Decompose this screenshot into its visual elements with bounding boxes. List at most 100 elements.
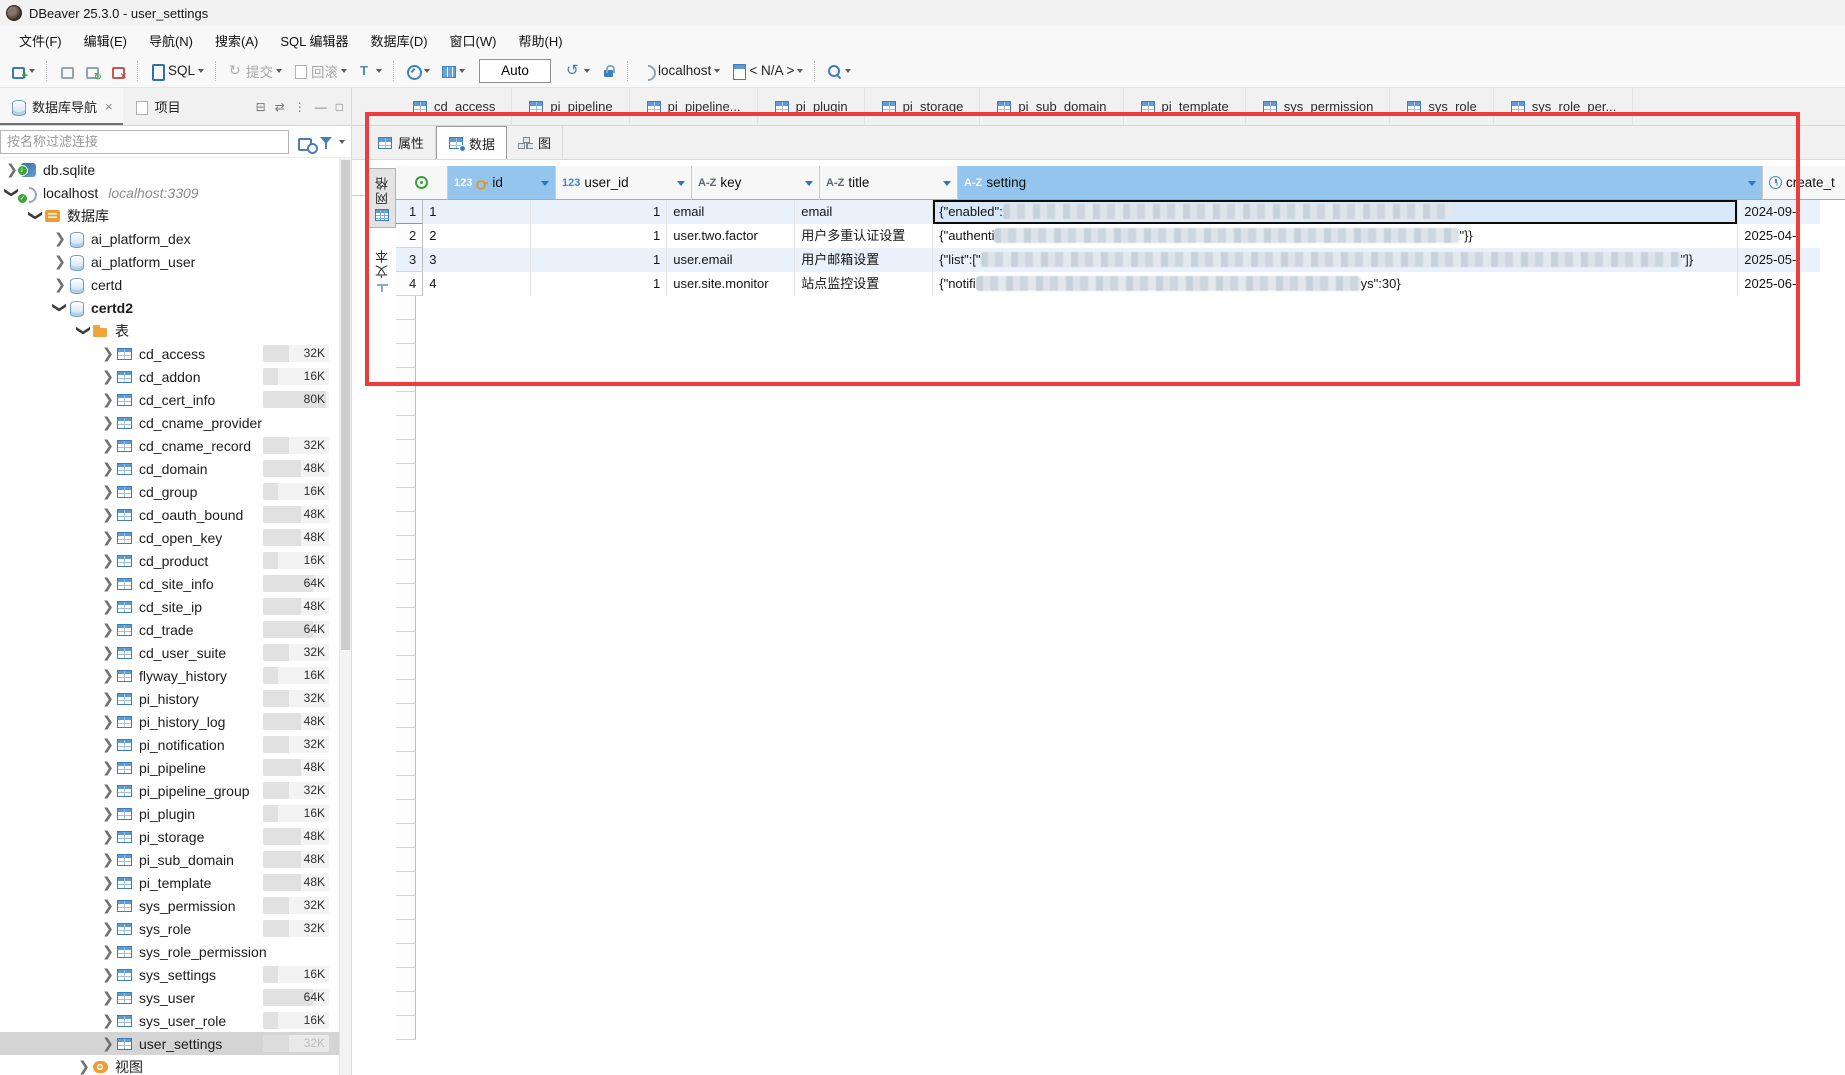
chevron-collapsed-icon[interactable]: ❯ bbox=[100, 572, 116, 595]
menu-item-文件(F)[interactable]: 文件(F) bbox=[8, 28, 73, 53]
tree-item-cd_cert_info[interactable]: ❯cd_cert_info80K bbox=[0, 388, 339, 411]
menu-item-窗口(W)[interactable]: 窗口(W) bbox=[439, 28, 508, 53]
tree-item-cd_cname_provider[interactable]: ❯cd_cname_provider bbox=[0, 411, 339, 434]
tree-item-pi_notification[interactable]: ❯pi_notification32K bbox=[0, 733, 339, 756]
sql-editor-button[interactable]: SQL bbox=[145, 60, 208, 82]
transaction-log-button[interactable] bbox=[561, 60, 594, 82]
tree-item-视图[interactable]: ❯视图 bbox=[0, 1055, 339, 1075]
chevron-collapsed-icon[interactable]: ❯ bbox=[100, 687, 116, 710]
new-connection-button[interactable] bbox=[6, 60, 39, 82]
row-number-cell[interactable] bbox=[396, 488, 416, 512]
connection-filter-input[interactable] bbox=[0, 130, 289, 154]
tree-item-cd_oauth_bound[interactable]: ❯cd_oauth_bound48K bbox=[0, 503, 339, 526]
tab-projects[interactable]: 项目 bbox=[123, 88, 191, 125]
chevron-collapsed-icon[interactable]: ❯ bbox=[76, 1055, 92, 1075]
tree-item-certd2[interactable]: ❯certd2 bbox=[0, 296, 339, 319]
chevron-collapsed-icon[interactable]: ❯ bbox=[100, 1032, 116, 1055]
view-menu-icon[interactable]: ⋮ bbox=[294, 100, 306, 114]
chevron-collapsed-icon[interactable]: ❯ bbox=[100, 963, 116, 986]
reconnect-button[interactable] bbox=[80, 60, 104, 82]
chevron-collapsed-icon[interactable]: ❯ bbox=[100, 664, 116, 687]
tree-item-cd_group[interactable]: ❯cd_group16K bbox=[0, 480, 339, 503]
chevron-collapsed-icon[interactable]: ❯ bbox=[100, 365, 116, 388]
row-number-cell[interactable] bbox=[396, 896, 416, 920]
tab-database-navigator[interactable]: 数据库导航 × bbox=[0, 88, 123, 125]
tree-item-pi_template[interactable]: ❯pi_template48K bbox=[0, 871, 339, 894]
chevron-collapsed-icon[interactable]: ❯ bbox=[100, 756, 116, 779]
row-number-cell[interactable] bbox=[396, 584, 416, 608]
tree-item-cd_cname_record[interactable]: ❯cd_cname_record32K bbox=[0, 434, 339, 457]
chevron-collapsed-icon[interactable]: ❯ bbox=[52, 273, 68, 296]
chevron-collapsed-icon[interactable]: ❯ bbox=[100, 457, 116, 480]
row-number-cell[interactable] bbox=[396, 704, 416, 728]
commit-mode-input[interactable] bbox=[479, 59, 551, 83]
row-number-cell[interactable] bbox=[396, 680, 416, 704]
row-number-cell[interactable] bbox=[396, 968, 416, 992]
row-number-cell[interactable] bbox=[396, 824, 416, 848]
tree-item-cd_addon[interactable]: ❯cd_addon16K bbox=[0, 365, 339, 388]
connect-button[interactable] bbox=[54, 60, 78, 82]
chevron-collapsed-icon[interactable]: ❯ bbox=[100, 940, 116, 963]
chevron-collapsed-icon[interactable]: ❯ bbox=[100, 434, 116, 457]
tree-item-数据库[interactable]: ❯数据库 bbox=[0, 204, 339, 227]
tree-item-cd_access[interactable]: ❯cd_access32K bbox=[0, 342, 339, 365]
tree-item-sys_user[interactable]: ❯sys_user64K bbox=[0, 986, 339, 1009]
chevron-collapsed-icon[interactable]: ❯ bbox=[100, 894, 116, 917]
search-button[interactable] bbox=[822, 60, 855, 82]
tree-item-cd_user_suite[interactable]: ❯cd_user_suite32K bbox=[0, 641, 339, 664]
tree-item-sys_permission[interactable]: ❯sys_permission32K bbox=[0, 894, 339, 917]
connection-selector[interactable]: localhost bbox=[635, 60, 724, 82]
tree-item-certd[interactable]: ❯certd bbox=[0, 273, 339, 296]
tree-item-pi_plugin[interactable]: ❯pi_plugin16K bbox=[0, 802, 339, 825]
row-number-cell[interactable] bbox=[396, 1016, 416, 1040]
tree-item-localhost[interactable]: ❯localhostlocalhost:3309 bbox=[0, 181, 339, 204]
menu-item-数据库(D)[interactable]: 数据库(D) bbox=[360, 28, 439, 53]
commit-button[interactable]: 提交 bbox=[223, 58, 286, 84]
tree-item-cd_site_ip[interactable]: ❯cd_site_ip48K bbox=[0, 595, 339, 618]
menu-item-编辑(E)[interactable]: 编辑(E) bbox=[73, 28, 138, 53]
scrollbar-thumb[interactable] bbox=[341, 160, 350, 650]
tree-item-sys_settings[interactable]: ❯sys_settings16K bbox=[0, 963, 339, 986]
chevron-collapsed-icon[interactable]: ❯ bbox=[100, 641, 116, 664]
chevron-collapsed-icon[interactable]: ❯ bbox=[100, 779, 116, 802]
row-number-cell[interactable] bbox=[396, 392, 416, 416]
chevron-collapsed-icon[interactable]: ❯ bbox=[100, 388, 116, 411]
close-icon[interactable]: × bbox=[105, 99, 113, 114]
minimize-icon[interactable]: — bbox=[315, 100, 327, 114]
menu-item-搜索(A)[interactable]: 搜索(A) bbox=[204, 28, 269, 53]
disconnect-button[interactable] bbox=[106, 60, 130, 82]
row-number-cell[interactable] bbox=[396, 416, 416, 440]
dashboard-button[interactable] bbox=[401, 60, 434, 82]
tree-item-cd_site_info[interactable]: ❯cd_site_info64K bbox=[0, 572, 339, 595]
chevron-collapsed-icon[interactable]: ❯ bbox=[100, 480, 116, 503]
tree-item-sys_role_permission[interactable]: ❯sys_role_permission bbox=[0, 940, 339, 963]
row-number-cell[interactable] bbox=[396, 776, 416, 800]
row-number-cell[interactable] bbox=[396, 872, 416, 896]
chevron-collapsed-icon[interactable]: ❯ bbox=[100, 733, 116, 756]
chevron-collapsed-icon[interactable]: ❯ bbox=[100, 710, 116, 733]
row-number-cell[interactable] bbox=[396, 464, 416, 488]
row-number-cell[interactable] bbox=[396, 800, 416, 824]
chevron-collapsed-icon[interactable]: ❯ bbox=[100, 549, 116, 572]
lock-button[interactable] bbox=[596, 60, 620, 82]
chevron-down-icon[interactable] bbox=[339, 140, 345, 147]
tree-item-pi_pipeline[interactable]: ❯pi_pipeline48K bbox=[0, 756, 339, 779]
row-number-cell[interactable] bbox=[396, 920, 416, 944]
tree-item-pi_history[interactable]: ❯pi_history32K bbox=[0, 687, 339, 710]
tree-item-sys_role[interactable]: ❯sys_role32K bbox=[0, 917, 339, 940]
rollback-button[interactable]: 回滚 bbox=[288, 58, 351, 84]
sidebar-scrollbar[interactable] bbox=[339, 158, 351, 1075]
collapse-all-icon[interactable]: ⊟ bbox=[256, 100, 266, 114]
tree-item-cd_domain[interactable]: ❯cd_domain48K bbox=[0, 457, 339, 480]
compare-button[interactable] bbox=[436, 60, 469, 82]
row-number-cell[interactable] bbox=[396, 536, 416, 560]
chevron-collapsed-icon[interactable]: ❯ bbox=[100, 848, 116, 871]
row-number-cell[interactable] bbox=[396, 632, 416, 656]
row-number-cell[interactable] bbox=[396, 440, 416, 464]
database-selector[interactable]: < N/A > bbox=[726, 60, 807, 82]
link-editor-icon[interactable]: ⇄ bbox=[275, 100, 285, 114]
filter-funnel-icon[interactable] bbox=[319, 134, 333, 150]
chevron-collapsed-icon[interactable]: ❯ bbox=[100, 986, 116, 1009]
chevron-collapsed-icon[interactable]: ❯ bbox=[100, 871, 116, 894]
row-number-cell[interactable] bbox=[396, 848, 416, 872]
